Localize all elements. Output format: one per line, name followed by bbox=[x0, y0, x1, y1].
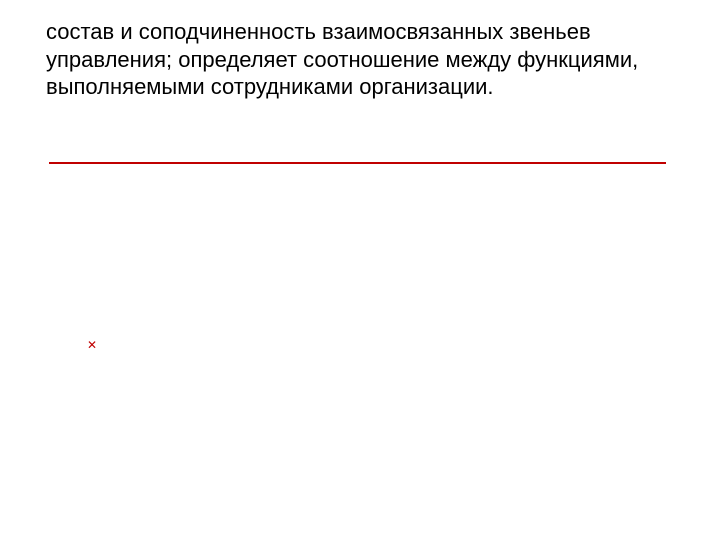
slide-container: состав и соподчиненность взаимосвязанных… bbox=[0, 0, 720, 540]
body-paragraph: состав и соподчиненность взаимосвязанных… bbox=[46, 18, 680, 101]
accent-underline bbox=[49, 162, 666, 164]
title-cutoff bbox=[46, 0, 670, 2]
bullet-icon: ✕ bbox=[87, 341, 96, 350]
